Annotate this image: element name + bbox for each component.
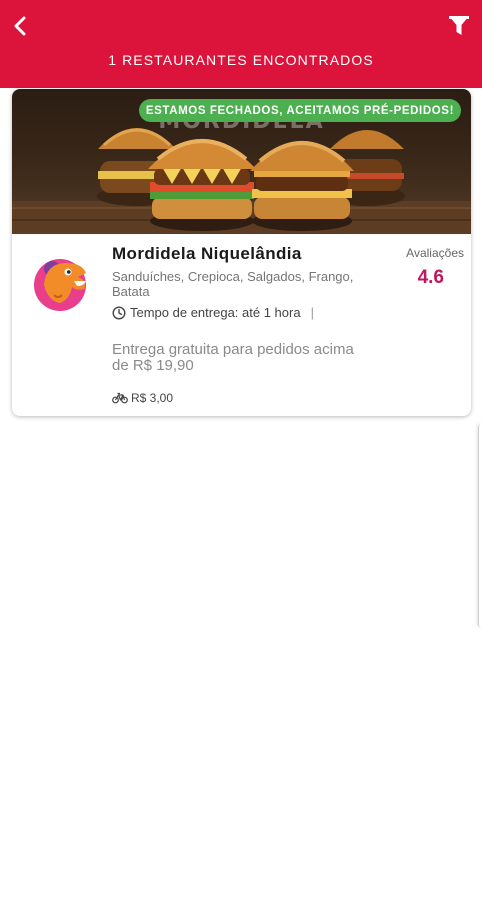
delivery-fee-text: R$ 3,00 (131, 391, 174, 405)
side-drawer-handle[interactable] (478, 424, 482, 627)
delivery-time-row: Tempo de entrega: até 1 hora | (112, 305, 314, 320)
chevron-left-icon (14, 16, 26, 36)
results-count-title: 1 RESTAURANTES ENCONTRADOS (108, 52, 374, 68)
restaurant-categories: Sanduíches, Crepioca, Salgados, Frango, … (112, 269, 354, 299)
free-delivery-info: Entrega gratuita para pedidos acima de R… (112, 341, 354, 374)
restaurant-card[interactable]: MORDIDELA (12, 89, 471, 416)
clock-icon (112, 305, 126, 320)
delivery-fee-row: R$ 3,00 (112, 391, 173, 405)
filter-funnel-icon (449, 16, 469, 35)
restaurant-logo (34, 259, 86, 311)
status-badge: ESTAMOS FECHADOS, ACEITAMOS PRÉ-PEDIDOS! (138, 99, 461, 122)
divider: | (310, 305, 314, 320)
top-app-bar: 1 RESTAURANTES ENCONTRADOS (0, 0, 482, 88)
restaurant-name: Mordidela Niquelândia (112, 244, 302, 263)
back-button[interactable] (6, 12, 34, 40)
restaurant-banner-image: MORDIDELA (12, 89, 471, 234)
rating-value: 4.6 (417, 267, 444, 288)
filter-button[interactable] (446, 12, 472, 40)
delivery-time-text: Tempo de entrega: até 1 hora (130, 305, 301, 320)
ratings-label: Avaliações (406, 246, 464, 260)
bicycle-icon (112, 392, 128, 404)
